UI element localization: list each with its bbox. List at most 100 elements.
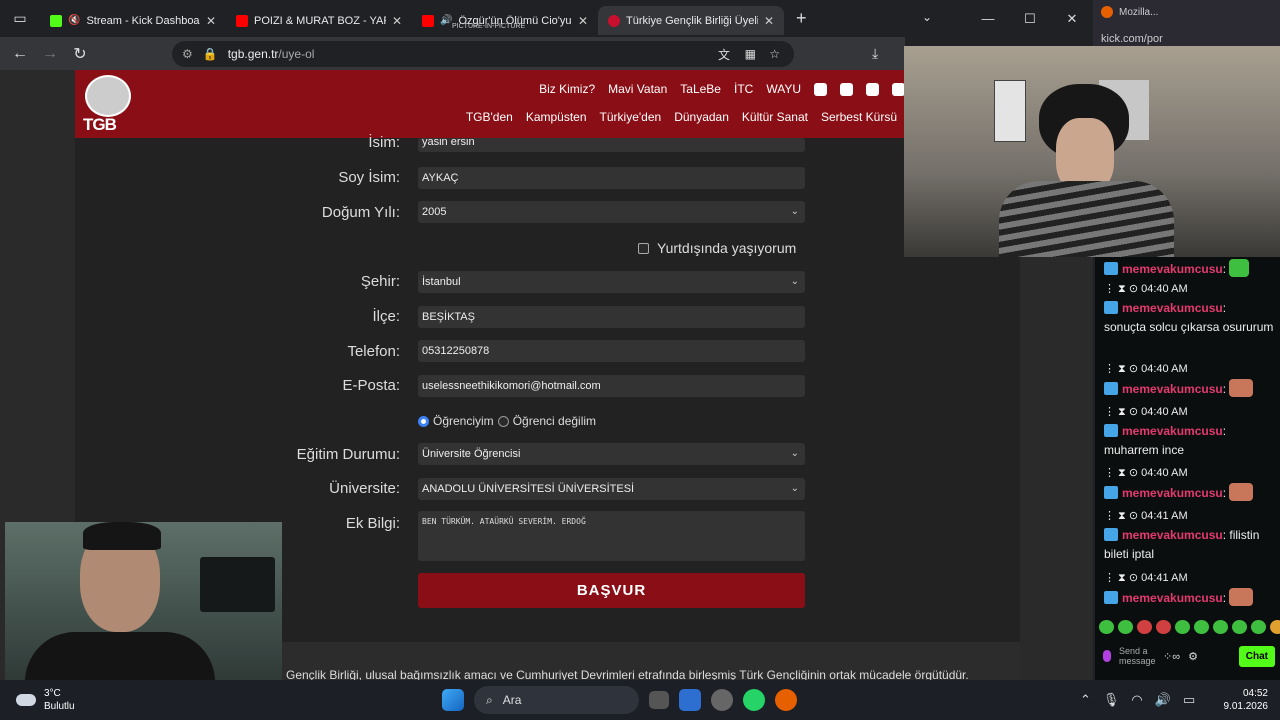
nav-link[interactable]: Mavi Vatan <box>608 82 667 96</box>
person-hair <box>83 522 161 550</box>
education-select[interactable]: Üniversite Öğrencisi ⌄ <box>418 443 805 465</box>
taskbar-search[interactable]: ⌕ Ara <box>474 686 639 714</box>
submit-button[interactable]: BAŞVUR <box>418 573 805 608</box>
emote-icon[interactable] <box>1232 620 1247 634</box>
twitter-icon[interactable] <box>840 82 853 96</box>
pin-icon[interactable]: ⋮ ⧗ ⊙ <box>1104 572 1138 584</box>
tgb-favicon-icon <box>608 14 620 27</box>
download-icon[interactable]: ⤓ <box>872 45 878 62</box>
clock[interactable]: 04:52 9.01.2026 <box>1224 687 1269 713</box>
apps-icon[interactable]: ▦ <box>745 47 756 61</box>
nav-link[interactable]: Kampüsten <box>526 110 587 124</box>
back-icon[interactable]: ← <box>5 45 35 63</box>
tab-search-icon[interactable]: ⌄ <box>922 10 932 24</box>
battery-icon[interactable]: ▭ <box>1183 692 1195 708</box>
chat-username[interactable]: memevakumcusu <box>1122 301 1223 315</box>
start-icon[interactable] <box>442 689 464 711</box>
pin-icon[interactable]: ⋮ ⧗ ⊙ <box>1104 406 1138 418</box>
tab-overview-icon[interactable]: ▭ <box>0 0 40 37</box>
tab-youtube-poizi[interactable]: POIZI & MURAT BOZ - YAPAR M ✕ <box>226 6 412 35</box>
student-radio[interactable] <box>418 415 429 427</box>
new-tab-button[interactable]: + <box>784 8 819 29</box>
nav-link[interactable]: Türkiye'den <box>600 110 662 124</box>
emote-icon[interactable] <box>1137 620 1152 634</box>
phone-field[interactable]: 05312250878 <box>418 340 805 362</box>
chat-username[interactable]: memevakumcusu <box>1122 424 1223 438</box>
nav-link[interactable]: TaLeBe <box>680 82 721 96</box>
settings-gear-icon[interactable]: ⚙ <box>1188 650 1198 663</box>
chat-username[interactable]: memevakumcusu <box>1122 486 1223 500</box>
abroad-checkbox[interactable] <box>638 242 649 254</box>
close-tab-icon[interactable]: ✕ <box>764 14 774 28</box>
send-chat-button[interactable]: Chat <box>1238 645 1275 667</box>
chat-username[interactable]: memevakumcusu <box>1122 262 1223 276</box>
tab-youtube-pip[interactable]: 🔊 Özgür'ün Ölümü Cio'yu Yıkt PICTURE-IN-… <box>412 6 598 35</box>
volume-icon[interactable]: 🔊 <box>1155 692 1171 708</box>
mail-icon[interactable] <box>679 689 701 711</box>
streamer-shirt <box>999 181 1174 257</box>
nav-link[interactable]: Kültür Sanat <box>742 110 808 124</box>
chat-username[interactable]: memevakumcusu <box>1122 591 1223 605</box>
emote-icon[interactable] <box>1251 620 1266 634</box>
name-field[interactable]: yasin ersin <box>418 138 805 152</box>
emote-picker-icon[interactable]: ⁘∞ <box>1163 650 1180 663</box>
pin-icon[interactable]: ⋮ ⧗ ⊙ <box>1104 363 1138 375</box>
pin-icon[interactable]: ⋮ ⧗ ⊙ <box>1104 283 1138 295</box>
maximize-icon[interactable]: ☐ <box>1009 0 1051 37</box>
email-field[interactable]: uselessneethikikomori@hotmail.com <box>418 375 805 397</box>
city-select[interactable]: İstanbul ⌄ <box>418 271 805 293</box>
close-tab-icon[interactable]: ✕ <box>206 14 216 28</box>
abroad-checkbox-row[interactable]: Yurtdışında yaşıyorum <box>638 240 796 256</box>
facebook-icon[interactable] <box>814 82 827 96</box>
nav-link[interactable]: Serbest Kürsü <box>821 110 897 124</box>
birth-year-select[interactable]: 2005 ⌄ <box>418 201 805 223</box>
surname-field[interactable]: AYKAÇ <box>418 167 805 189</box>
university-select[interactable]: ANADOLU ÜNİVERSİTESİ ÜNİVERSİTESİ ⌄ <box>418 478 805 500</box>
chat-username[interactable]: memevakumcusu <box>1122 382 1223 396</box>
tab-kick-dashboard[interactable]: 🔇 Stream - Kick Dashboard ✕ <box>40 6 226 35</box>
emote-icon[interactable] <box>1156 620 1171 634</box>
emote-icon[interactable] <box>1270 620 1280 634</box>
pin-icon[interactable]: ⋮ ⧗ ⊙ <box>1104 510 1138 522</box>
url-field[interactable]: ⚙ 🔒 tgb.gen.tr/uye-ol 文 ▦ ☆ <box>172 41 794 67</box>
speaker-muted-icon[interactable]: 🔇 <box>68 15 80 26</box>
youtube-icon[interactable] <box>866 82 879 96</box>
minimize-icon[interactable]: — <box>967 0 1009 37</box>
obs-icon[interactable] <box>711 689 733 711</box>
emote-icon[interactable] <box>1213 620 1228 634</box>
tab-tgb-membership[interactable]: Türkiye Gençlik Birliği Üyelik Ba ✕ <box>598 6 784 35</box>
speaker-icon[interactable]: 🔊 <box>440 15 452 26</box>
reload-icon[interactable]: ↻ <box>65 44 95 64</box>
emote-icon[interactable] <box>1118 620 1133 634</box>
district-field[interactable]: BEŞİKTAŞ <box>418 306 805 328</box>
weather-widget[interactable]: 3°C Bulutlu <box>16 687 75 713</box>
tgb-logo[interactable]: TGB <box>83 75 133 134</box>
not-student-radio[interactable] <box>497 415 509 427</box>
firefox-taskbar-icon[interactable] <box>775 689 797 711</box>
chat-username[interactable]: memevakumcusu <box>1122 528 1223 542</box>
wifi-icon[interactable]: ◠ <box>1131 692 1142 708</box>
close-window-icon[interactable]: ✕ <box>1051 0 1093 37</box>
forward-icon[interactable]: → <box>35 45 65 63</box>
chevron-up-icon[interactable]: ⌃ <box>1080 692 1091 708</box>
whatsapp-icon[interactable] <box>743 689 765 711</box>
nav-link[interactable]: Dünyadan <box>674 110 729 124</box>
extra-info-textarea[interactable]: BEN TÜRKÜM. ATAÜRKÜ SEVERİM. ERDOĞ <box>418 511 805 561</box>
microphone-tray-icon[interactable]: 🎙 <box>1103 692 1120 708</box>
nav-link[interactable]: Biz Kimiz? <box>539 82 595 96</box>
pin-icon[interactable]: ⋮ ⧗ ⊙ <box>1104 467 1138 479</box>
nav-link[interactable]: İTC <box>734 82 753 96</box>
microphone-icon[interactable] <box>1103 650 1111 662</box>
nav-link[interactable]: WAYU <box>766 82 801 96</box>
task-view-icon[interactable] <box>649 691 669 709</box>
bookmark-star-icon[interactable]: ☆ <box>769 47 780 61</box>
close-tab-icon[interactable]: ✕ <box>578 14 588 28</box>
emote-icon[interactable] <box>1099 620 1114 634</box>
chat-input[interactable]: Send a message <box>1119 646 1156 666</box>
nav-link[interactable]: TGB'den <box>466 110 513 124</box>
emote-icon[interactable] <box>1194 620 1209 634</box>
emote-icon[interactable] <box>1175 620 1190 634</box>
site-settings-icon[interactable]: ⚙ <box>182 47 193 61</box>
translate-icon[interactable]: 文 <box>718 46 730 63</box>
close-tab-icon[interactable]: ✕ <box>392 14 402 28</box>
